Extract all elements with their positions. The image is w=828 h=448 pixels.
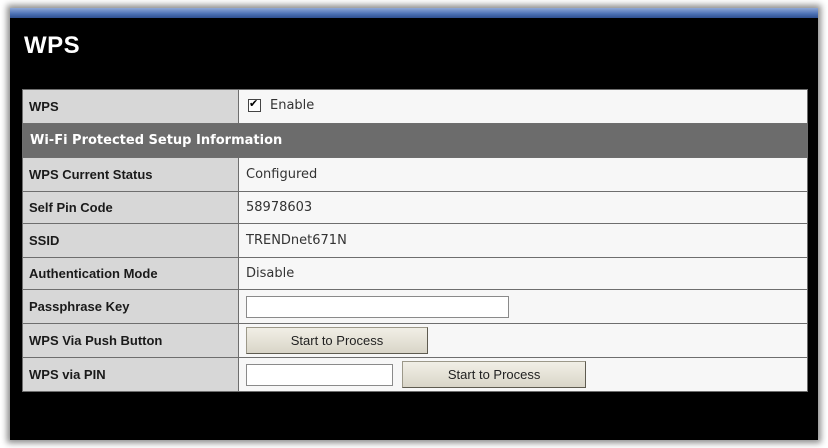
wps-enable-checkbox[interactable]: ✔ Enable <box>246 96 315 113</box>
ssid-label: SSID <box>22 223 239 258</box>
top-accent-bar <box>10 8 818 18</box>
page-title: WPS <box>24 32 81 59</box>
wps-enable-row: WPS ✔ Enable <box>22 89 808 124</box>
passphrase-label: Passphrase Key <box>22 289 239 324</box>
wps-enable-cell: ✔ Enable <box>238 89 808 124</box>
page-frame: WPS WPS ✔ Enable Wi-Fi Protected Setup I… <box>10 8 818 440</box>
ssid-row: SSID TRENDnet671N <box>22 223 808 258</box>
push-button-row: WPS Via Push Button Start to Process <box>22 323 808 358</box>
pin-input[interactable] <box>246 363 393 386</box>
self-pin-row: Self Pin Code 58978603 <box>22 191 808 224</box>
ssid-value: TRENDnet671N <box>238 223 808 258</box>
push-button-cell: Start to Process <box>238 323 808 358</box>
checkmark-icon: ✔ <box>249 96 259 110</box>
current-status-label: WPS Current Status <box>22 157 239 192</box>
passphrase-input[interactable] <box>246 295 509 318</box>
via-pin-cell: Start to Process <box>238 357 808 392</box>
via-pin-row: WPS via PIN Start to Process <box>22 357 808 392</box>
auth-mode-row: Authentication Mode Disable <box>22 257 808 290</box>
checkbox-box[interactable]: ✔ <box>248 96 261 112</box>
passphrase-row: Passphrase Key <box>22 289 808 324</box>
passphrase-cell <box>238 289 808 324</box>
auth-mode-label: Authentication Mode <box>22 257 239 290</box>
current-status-value: Configured <box>238 157 808 192</box>
section-header-row: Wi-Fi Protected Setup Information <box>22 123 808 158</box>
via-pin-label: WPS via PIN <box>22 357 239 392</box>
push-button-label: WPS Via Push Button <box>22 323 239 358</box>
pin-start-button[interactable]: Start to Process <box>402 361 587 388</box>
wps-settings-table: WPS ✔ Enable Wi-Fi Protected Setup Infor… <box>22 89 808 392</box>
current-status-row: WPS Current Status Configured <box>22 157 808 192</box>
self-pin-label: Self Pin Code <box>22 191 239 224</box>
wps-label: WPS <box>22 89 239 124</box>
auth-mode-value: Disable <box>238 257 808 290</box>
section-title: Wi-Fi Protected Setup Information <box>22 123 808 158</box>
push-button-start-button[interactable]: Start to Process <box>246 327 428 354</box>
self-pin-value: 58978603 <box>238 191 808 224</box>
wps-enable-label: Enable <box>270 97 315 113</box>
